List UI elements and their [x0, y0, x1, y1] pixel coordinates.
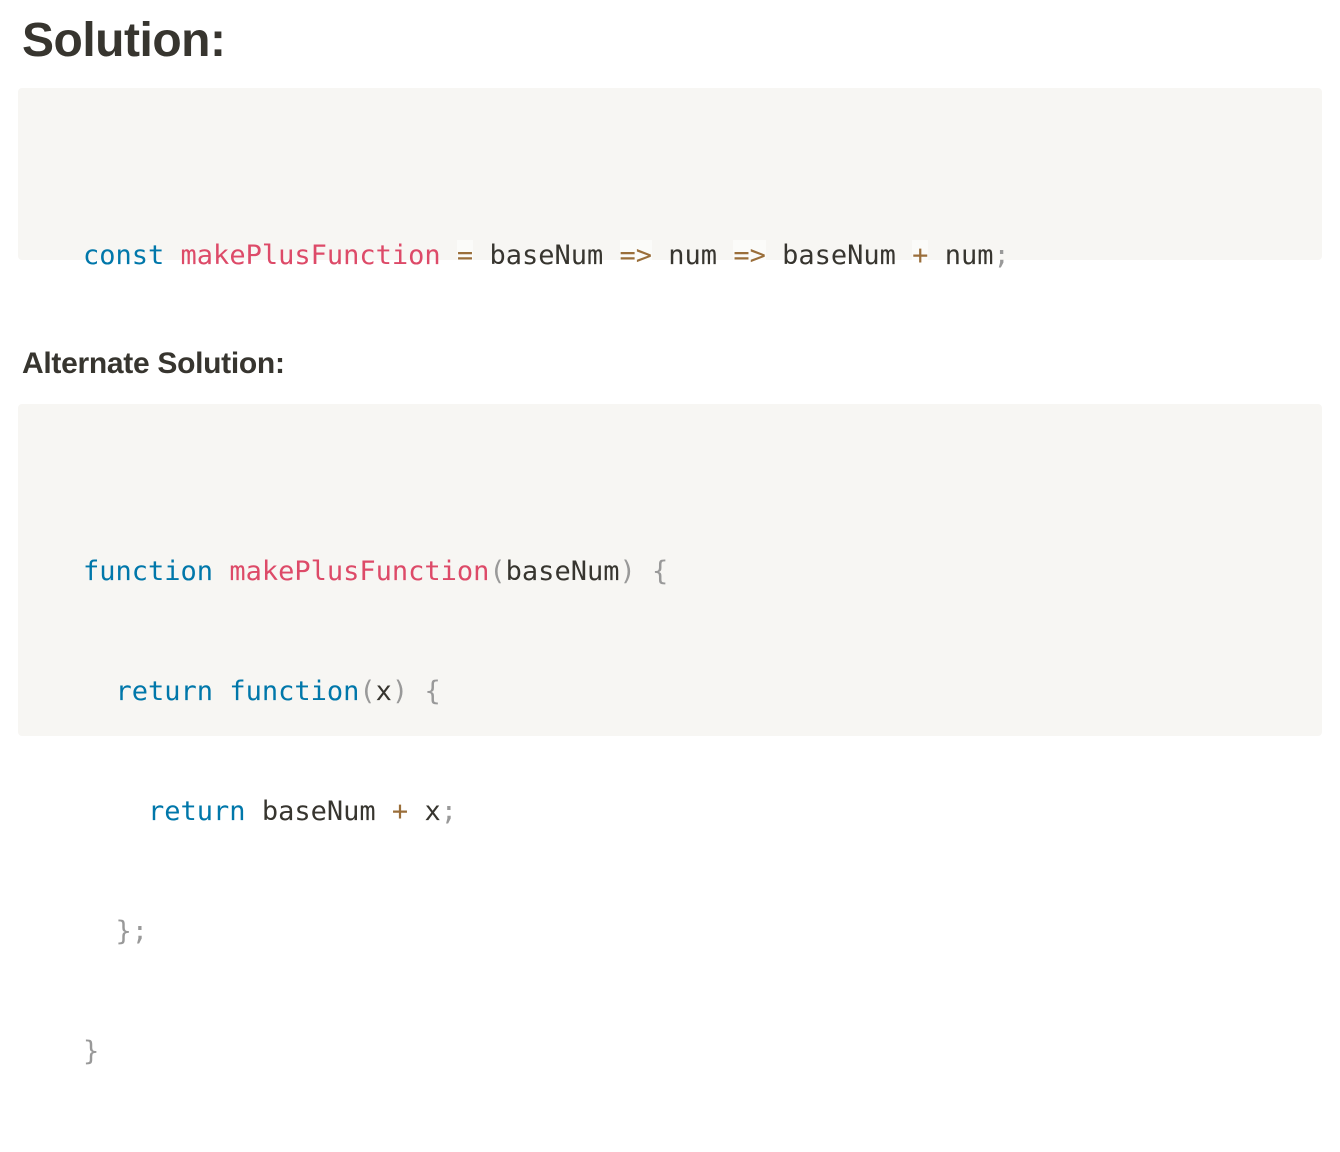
punct-paren-open: ( [489, 556, 506, 587]
function-name: makePlusFunction [229, 556, 490, 587]
operator-plus: + [391, 796, 409, 827]
keyword-return: return [148, 796, 246, 827]
keyword-function: function [229, 676, 360, 707]
code-line: return baseNum + x; [83, 792, 668, 832]
punct-paren-open: ( [359, 676, 376, 707]
code-line: function makePlusFunction(baseNum) { [83, 552, 668, 592]
keyword-const: const [83, 240, 165, 271]
code-line: } [83, 1032, 668, 1072]
punct-semicolon: ; [993, 240, 1010, 271]
ref-num: num [944, 240, 994, 271]
alternate-code-block[interactable]: function makePlusFunction(baseNum) { ret… [18, 404, 1322, 1067]
function-name: makePlusFunction [180, 240, 441, 271]
operator-assign: = [456, 240, 474, 271]
ref-basenum: baseNum [782, 240, 896, 271]
code-line: const makePlusFunction = baseNum => num … [83, 236, 1010, 276]
punct-paren-close: ) [619, 556, 636, 587]
param-basenum: baseNum [489, 240, 604, 271]
solution-code: const makePlusFunction = baseNum => num … [83, 156, 1010, 356]
punct-brace-open: { [424, 676, 441, 707]
alternate-solution-heading: Alternate Solution: [22, 347, 285, 380]
keyword-function: function [83, 556, 214, 587]
punct-paren-close: ) [391, 676, 409, 707]
punct-brace-close: } [83, 1036, 100, 1067]
punct-semicolon: ; [131, 916, 149, 947]
ref-x: x [424, 796, 441, 827]
ref-basenum: baseNum [261, 796, 376, 827]
operator-plus: + [912, 240, 929, 271]
keyword-return: return [115, 676, 214, 707]
operator-arrow: => [733, 240, 766, 271]
param-basenum: baseNum [505, 556, 620, 587]
solution-heading: Solution: [22, 14, 226, 67]
code-line: return function(x) { [83, 672, 668, 712]
punct-semicolon: ; [440, 796, 457, 827]
param-num: num [668, 240, 718, 271]
operator-arrow: => [619, 240, 653, 271]
punct-brace-close: } [115, 916, 132, 947]
punct-brace-open: { [652, 556, 669, 587]
param-x: x [375, 676, 392, 707]
code-line: }; [83, 912, 668, 952]
solution-code-block[interactable]: const makePlusFunction = baseNum => num … [18, 88, 1322, 271]
alternate-code: function makePlusFunction(baseNum) { ret… [83, 472, 668, 1152]
